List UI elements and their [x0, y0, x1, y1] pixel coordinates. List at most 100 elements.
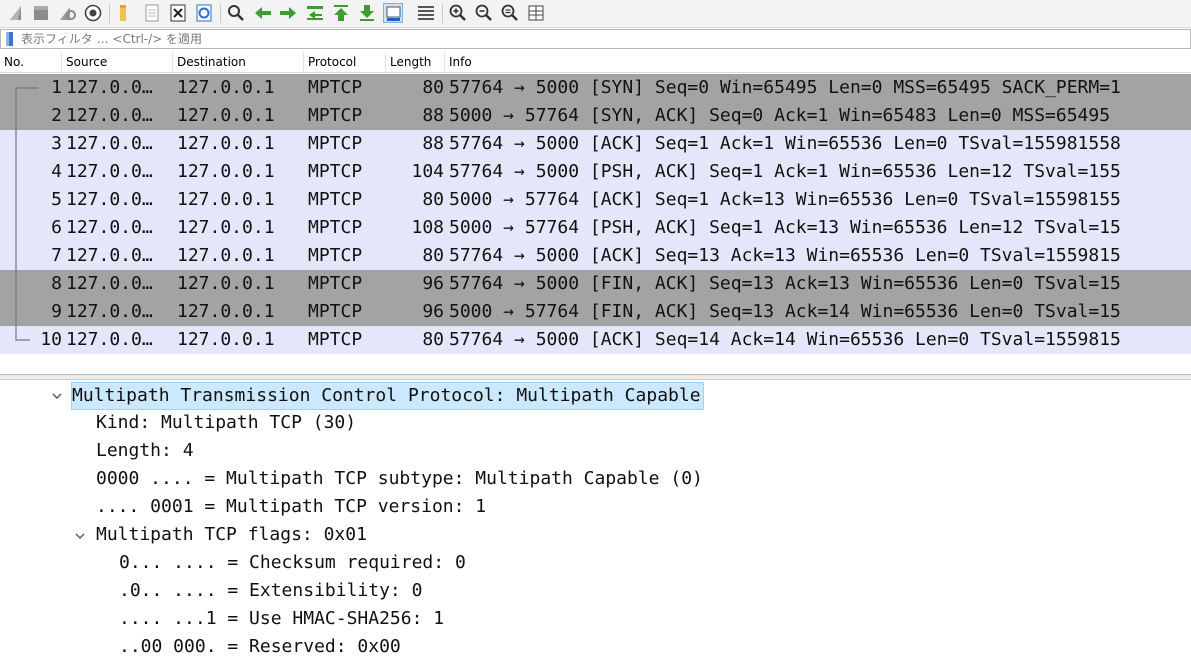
packet-number: 9 — [51, 301, 62, 322]
tree-item-kind[interactable]: Kind: Multipath TCP (30) — [0, 410, 1191, 438]
packet-number: 6 — [51, 217, 62, 238]
packet-length: 88 — [422, 133, 444, 154]
column-header-no[interactable]: No. — [0, 52, 62, 72]
packet-source: 127.0.0… — [66, 77, 153, 98]
display-filter-bar — [0, 29, 1191, 49]
packet-length: 96 — [422, 273, 444, 294]
packet-number: 3 — [51, 133, 62, 154]
column-header-protocol[interactable]: Protocol — [304, 52, 386, 72]
chevron-down-icon[interactable] — [74, 530, 86, 542]
colorize-icon[interactable] — [416, 3, 436, 23]
packet-row[interactable]: 3 127.0.0… 127.0.0.1 MPTCP 88 57764 → 50… — [0, 130, 1191, 158]
column-header-destination[interactable]: Destination — [173, 52, 304, 72]
packet-row[interactable]: 2 127.0.0… 127.0.0.1 MPTCP 88 5000 → 577… — [0, 102, 1191, 130]
packet-destination: 127.0.0.1 — [177, 161, 275, 182]
packet-info: 57764 → 5000 [ACK] Seq=13 Ack=13 Win=655… — [449, 245, 1121, 266]
tree-item-subtype[interactable]: 0000 .... = Multipath TCP subtype: Multi… — [0, 466, 1191, 494]
packet-list-header: No. Source Destination Protocol Length I… — [0, 52, 1191, 73]
packet-info: 5000 → 57764 [FIN, ACK] Seq=13 Ack=14 Wi… — [449, 301, 1121, 322]
tree-item-mptcp-root[interactable]: Multipath Transmission Control Protocol:… — [0, 382, 1191, 410]
tree-item-extensibility[interactable]: .0.. .... = Extensibility: 0 — [0, 578, 1191, 606]
open-file-icon[interactable] — [114, 3, 134, 23]
packet-length: 80 — [422, 189, 444, 210]
tree-item-reserved[interactable]: ..00 000. = Reserved: 0x00 — [0, 634, 1191, 662]
packet-info: 57764 → 5000 [ACK] Seq=1 Ack=1 Win=65536… — [449, 133, 1121, 154]
packet-info: 57764 → 5000 [ACK] Seq=14 Ack=14 Win=655… — [449, 329, 1121, 350]
capture-options-icon[interactable] — [83, 3, 103, 23]
chevron-down-icon[interactable] — [51, 390, 63, 402]
packet-row[interactable]: 8 127.0.0… 127.0.0.1 MPTCP 96 57764 → 50… — [0, 270, 1191, 298]
go-last-packet-icon[interactable] — [357, 3, 377, 23]
packet-number: 8 — [51, 273, 62, 294]
tree-item-label: .0.. .... = Extensibility: 0 — [119, 580, 423, 601]
packet-row[interactable]: 5 127.0.0… 127.0.0.1 MPTCP 80 5000 → 577… — [0, 186, 1191, 214]
packet-destination: 127.0.0.1 — [177, 105, 275, 126]
packet-row[interactable]: 1 127.0.0… 127.0.0.1 MPTCP 80 57764 → 50… — [0, 74, 1191, 102]
main-toolbar — [0, 0, 1191, 28]
normal-size-icon[interactable] — [500, 3, 520, 23]
go-first-packet-icon[interactable] — [331, 3, 351, 23]
resize-columns-icon[interactable] — [526, 3, 546, 23]
pane-splitter[interactable] — [0, 375, 1191, 380]
packet-info: 57764 → 5000 [SYN] Seq=0 Win=65495 Len=0… — [449, 77, 1121, 98]
tree-item-flags[interactable]: Multipath TCP flags: 0x01 — [0, 522, 1191, 550]
packet-destination: 127.0.0.1 — [177, 217, 275, 238]
bookmark-icon[interactable] — [5, 32, 15, 46]
tree-item-hmac[interactable]: .... ...1 = Use HMAC-SHA256: 1 — [0, 606, 1191, 634]
packet-row[interactable]: 6 127.0.0… 127.0.0.1 MPTCP 108 5000 → 57… — [0, 214, 1191, 242]
restart-capture-icon[interactable] — [57, 3, 77, 23]
packet-details-pane: Multipath Transmission Control Protocol:… — [0, 381, 1191, 659]
packet-number: 1 — [51, 77, 62, 98]
display-filter-input[interactable] — [21, 30, 1181, 48]
tree-item-checksum-required[interactable]: 0... .... = Checksum required: 0 — [0, 550, 1191, 578]
packet-info: 5000 → 57764 [ACK] Seq=1 Ack=13 Win=6553… — [449, 189, 1121, 210]
go-to-packet-icon[interactable] — [305, 3, 325, 23]
column-header-source[interactable]: Source — [62, 52, 173, 72]
packet-row[interactable]: 4 127.0.0… 127.0.0.1 MPTCP 104 57764 → 5… — [0, 158, 1191, 186]
tree-item-label: 0... .... = Checksum required: 0 — [119, 552, 466, 573]
stop-capture-icon[interactable] — [31, 3, 51, 23]
packet-source: 127.0.0… — [66, 161, 153, 182]
auto-scroll-icon[interactable] — [383, 3, 403, 23]
packet-number: 7 — [51, 245, 62, 266]
tree-item-label: Multipath Transmission Control Protocol:… — [71, 382, 704, 410]
packet-source: 127.0.0… — [66, 189, 153, 210]
packet-protocol: MPTCP — [308, 329, 363, 350]
column-header-length[interactable]: Length — [386, 52, 445, 72]
go-forward-icon[interactable] — [278, 3, 298, 23]
tree-item-label: .... ...1 = Use HMAC-SHA256: 1 — [119, 608, 445, 629]
tree-item-label: Multipath TCP flags: 0x01 — [96, 524, 367, 545]
packet-protocol: MPTCP — [308, 133, 363, 154]
packet-info: 57764 → 5000 [PSH, ACK] Seq=1 Ack=1 Win=… — [449, 161, 1121, 182]
column-header-info[interactable]: Info — [445, 52, 1191, 72]
find-packet-icon[interactable] — [226, 3, 246, 23]
shark-fin-start-icon[interactable] — [6, 3, 26, 23]
packet-row[interactable]: 9 127.0.0… 127.0.0.1 MPTCP 96 5000 → 577… — [0, 298, 1191, 326]
packet-protocol: MPTCP — [308, 245, 363, 266]
packet-row[interactable]: 10 127.0.0… 127.0.0.1 MPTCP 80 57764 → 5… — [0, 326, 1191, 354]
tree-item-version[interactable]: .... 0001 = Multipath TCP version: 1 — [0, 494, 1191, 522]
packet-source: 127.0.0… — [66, 133, 153, 154]
packet-destination: 127.0.0.1 — [177, 273, 275, 294]
packet-protocol: MPTCP — [308, 217, 363, 238]
packet-number: 4 — [51, 161, 62, 182]
packet-source: 127.0.0… — [66, 217, 153, 238]
packet-source: 127.0.0… — [66, 245, 153, 266]
packet-protocol: MPTCP — [308, 77, 363, 98]
packet-length: 104 — [411, 161, 444, 182]
go-back-icon[interactable] — [253, 3, 273, 23]
zoom-in-icon[interactable] — [448, 3, 468, 23]
packet-length: 80 — [422, 77, 444, 98]
tree-item-length[interactable]: Length: 4 — [0, 438, 1191, 466]
save-file-icon[interactable] — [142, 3, 162, 23]
zoom-out-icon[interactable] — [474, 3, 494, 23]
packet-destination: 127.0.0.1 — [177, 329, 275, 350]
packet-destination: 127.0.0.1 — [177, 301, 275, 322]
close-file-icon[interactable] — [168, 3, 188, 23]
packet-destination: 127.0.0.1 — [177, 189, 275, 210]
packet-number: 10 — [40, 329, 62, 350]
packet-row[interactable]: 7 127.0.0… 127.0.0.1 MPTCP 80 57764 → 50… — [0, 242, 1191, 270]
tree-item-label: 0000 .... = Multipath TCP subtype: Multi… — [96, 468, 703, 489]
packet-protocol: MPTCP — [308, 189, 363, 210]
reload-file-icon[interactable] — [194, 3, 214, 23]
